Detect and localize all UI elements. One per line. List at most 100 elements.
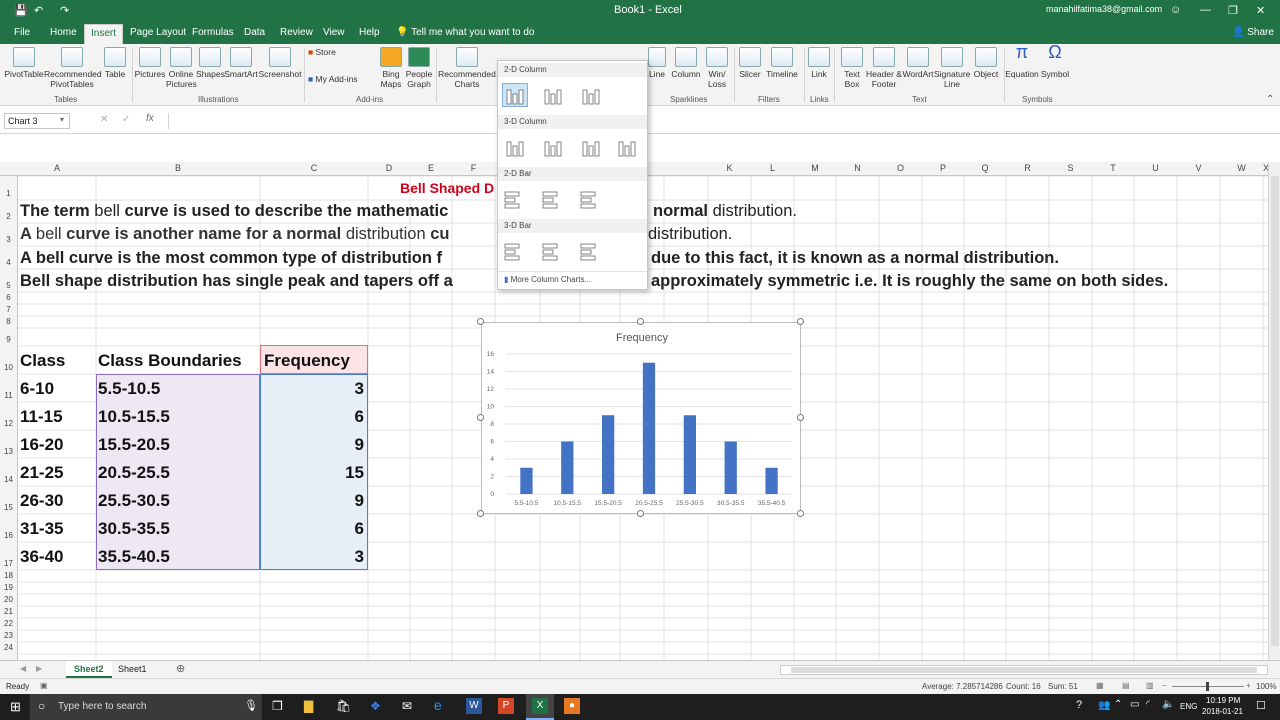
sparkline-line-button[interactable]: Line <box>646 47 668 79</box>
horizontal-scroll-thumb[interactable] <box>791 667 1257 673</box>
column-header-s[interactable]: S <box>1049 163 1092 173</box>
more-column-charts-link[interactable]: ▮ More Column Charts... <box>504 275 591 284</box>
row-header-22[interactable]: 22 <box>0 619 17 629</box>
online-pictures-button[interactable]: Online Pictures <box>166 47 197 89</box>
volume-icon[interactable]: 🔈 <box>1162 699 1174 710</box>
insert-function-icon[interactable]: fx <box>146 113 154 124</box>
row-header-14[interactable]: 14 <box>0 475 17 485</box>
zoom-level[interactable]: 100% <box>1256 682 1276 691</box>
user-icon[interactable]: ☺ <box>1170 4 1181 16</box>
100-stacked-column-icon[interactable] <box>578 83 604 107</box>
row-header-10[interactable]: 10 <box>0 363 17 373</box>
cell-class-boundary[interactable]: 20.5-25.5 <box>98 463 170 483</box>
recommended-charts-button[interactable]: Recommended Charts <box>438 47 496 89</box>
clustered-bar-icon[interactable] <box>502 187 528 211</box>
chart-bar[interactable] <box>561 441 574 495</box>
shapes-button[interactable]: Shapes <box>196 47 225 79</box>
tray-up-icon[interactable]: ⌃ <box>1114 699 1122 710</box>
row-header-9[interactable]: 9 <box>0 335 17 345</box>
chart-bar[interactable] <box>602 415 615 494</box>
column-header-l[interactable]: L <box>751 163 794 173</box>
tab-sheet1[interactable]: Sheet1 <box>118 664 147 674</box>
3d-100-stacked-column-icon[interactable] <box>578 135 604 159</box>
column-header-p[interactable]: P <box>922 163 964 173</box>
chart-resize-handle[interactable] <box>637 510 644 517</box>
sparkline-column-button[interactable]: Column <box>670 47 702 79</box>
sheet-scroll-left-icon[interactable]: ◀ <box>20 664 26 673</box>
screenshot-button[interactable]: Screenshot <box>258 47 302 79</box>
clock-date[interactable]: 2018-01-21 <box>1202 707 1243 716</box>
tab-view[interactable]: View <box>323 27 345 38</box>
edge-icon[interactable]: e <box>434 697 442 713</box>
3d-column-icon[interactable] <box>614 135 640 159</box>
row-header-2[interactable]: 2 <box>0 212 17 222</box>
row-header-7[interactable]: 7 <box>0 305 17 315</box>
header-footer-button[interactable]: Header & Footer <box>866 47 902 89</box>
minimize-button[interactable]: — <box>1200 4 1211 16</box>
cell-class-boundary[interactable]: 25.5-30.5 <box>98 491 170 511</box>
frequency-chart[interactable]: Frequency 0 2 4 6 8 10 12 14 16 5.5-10.5 10.5-15.5 1… <box>481 322 801 514</box>
cell-class[interactable]: 31-35 <box>20 519 63 539</box>
column-header-t[interactable]: T <box>1092 163 1134 173</box>
chart-resize-handle[interactable] <box>477 414 484 421</box>
windows-start-icon[interactable]: ⊞ <box>10 699 21 715</box>
tell-me-box[interactable]: 💡 Tell me what you want to do <box>396 27 534 38</box>
column-header-f[interactable]: F <box>452 163 495 173</box>
cell-class-boundary[interactable]: 5.5-10.5 <box>98 379 160 399</box>
cell-class-boundary[interactable]: 30.5-35.5 <box>98 519 170 539</box>
restore-button[interactable]: ❐ <box>1228 4 1238 17</box>
tab-home[interactable]: Home <box>50 27 77 38</box>
column-header-n[interactable]: N <box>836 163 879 173</box>
chart-bar[interactable] <box>724 441 737 495</box>
3d-stacked-bar-icon[interactable] <box>540 239 566 263</box>
header-class[interactable]: Class <box>20 351 65 371</box>
cell-frequency[interactable]: 3 <box>264 379 364 399</box>
normal-view-icon[interactable]: ▦ <box>1096 681 1104 690</box>
pivottable-button[interactable]: PivotTable <box>4 47 44 79</box>
name-box-dropdown-icon[interactable]: ▾ <box>60 115 64 124</box>
tab-data[interactable]: Data <box>244 27 265 38</box>
mail-icon[interactable]: ✉ <box>402 699 412 713</box>
cell-class[interactable]: 36-40 <box>20 547 63 567</box>
tab-formulas[interactable]: Formulas <box>192 27 234 38</box>
save-icon[interactable]: 💾 <box>14 4 28 17</box>
row-header-13[interactable]: 13 <box>0 447 17 457</box>
tab-help[interactable]: Help <box>359 27 380 38</box>
column-header-r[interactable]: R <box>1006 163 1049 173</box>
stacked-column-icon[interactable] <box>540 83 566 107</box>
chart-resize-handle[interactable] <box>797 318 804 325</box>
cancel-icon[interactable]: ✕ <box>100 114 108 125</box>
macro-record-icon[interactable]: ▣ <box>40 681 48 690</box>
cell-frequency[interactable]: 6 <box>264 519 364 539</box>
equation-button[interactable]: π Equation <box>1004 43 1040 79</box>
excel-taskbar-item[interactable]: X <box>526 694 554 720</box>
wifi-icon[interactable]: ◜ <box>1146 699 1150 710</box>
row-header-12[interactable]: 12 <box>0 419 17 429</box>
3d-stacked-column-icon[interactable] <box>540 135 566 159</box>
column-header-e[interactable]: E <box>410 163 452 173</box>
recorder-icon[interactable]: ● <box>564 698 580 714</box>
tab-review[interactable]: Review <box>280 27 313 38</box>
signature-line-button[interactable]: Signature Line <box>934 47 970 89</box>
smartart-button[interactable]: SmartArt <box>224 47 258 79</box>
bing-maps-button[interactable]: Bing Maps <box>378 47 404 89</box>
chart-bar[interactable] <box>683 415 696 494</box>
tab-sheet2[interactable]: Sheet2 <box>66 661 112 678</box>
row-header-4[interactable]: 4 <box>0 258 17 268</box>
table-button[interactable]: Table <box>102 47 128 79</box>
zoom-out-icon[interactable]: − <box>1162 681 1167 690</box>
battery-icon[interactable]: ▭ <box>1130 699 1139 710</box>
people-icon[interactable]: 👥 <box>1098 700 1110 711</box>
cell-frequency[interactable]: 6 <box>264 407 364 427</box>
language-indicator[interactable]: ENG <box>1180 702 1197 711</box>
100-stacked-bar-icon[interactable] <box>578 187 604 211</box>
3d-clustered-bar-icon[interactable] <box>502 239 528 263</box>
row-header-23[interactable]: 23 <box>0 631 17 641</box>
tab-insert[interactable]: Insert <box>84 24 124 44</box>
cell-class-boundary[interactable]: 35.5-40.5 <box>98 547 170 567</box>
stacked-bar-icon[interactable] <box>540 187 566 211</box>
file-explorer-icon[interactable]: ▇ <box>304 699 313 713</box>
pictures-button[interactable]: Pictures <box>134 47 166 79</box>
chart-bar[interactable] <box>520 467 533 494</box>
text-box-button[interactable]: Text Box <box>838 47 866 89</box>
